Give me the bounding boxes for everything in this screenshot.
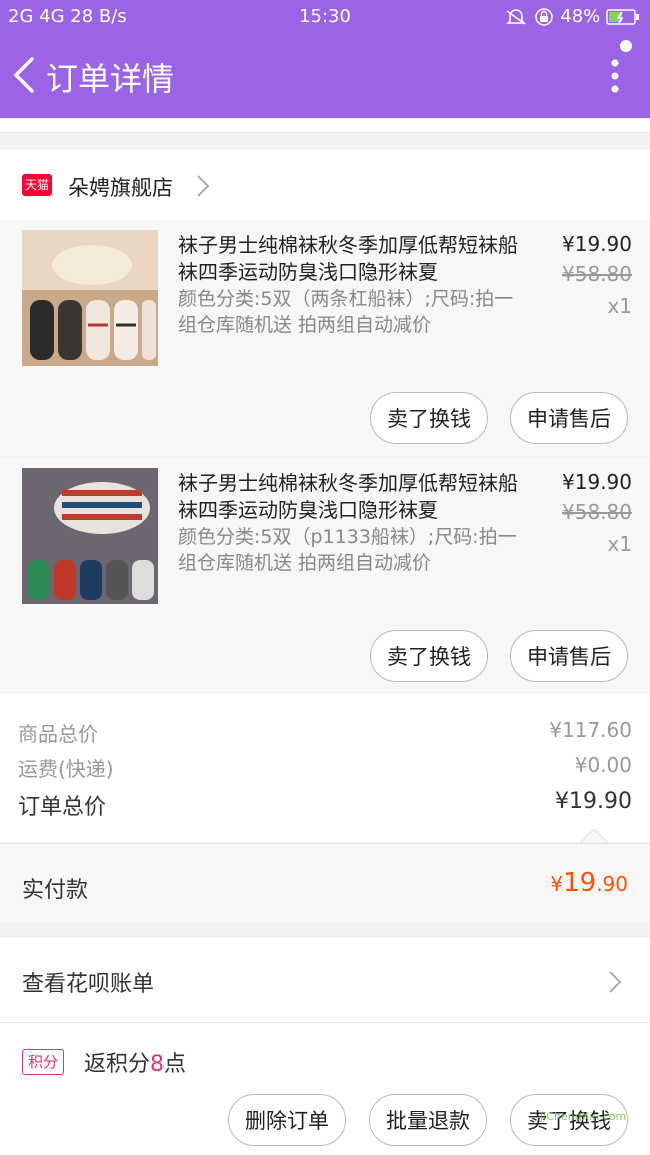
goods-total-value: ¥117.60 xyxy=(549,718,632,742)
shipping-label: 运费(快递) xyxy=(18,757,114,781)
product-image xyxy=(22,468,158,604)
product-spec: 颜色分类:5双（p1133船袜）;尺码:拍一组仓库随机送 拍两组自动减价 xyxy=(178,526,517,574)
points-prefix: 返积分 xyxy=(84,1052,151,1077)
page-title: 订单详情 xyxy=(46,60,175,98)
price-summary: 商品总价 ¥117.60 运费(快递) ¥0.00 订单总价 ¥19.90 xyxy=(0,694,650,842)
battery-percent: 48% xyxy=(560,6,601,27)
back-arrow-icon[interactable] xyxy=(10,56,38,94)
paid-int: 19 xyxy=(563,868,597,898)
caret-pointer xyxy=(580,828,608,844)
points-number: 8 xyxy=(150,1052,165,1077)
order-item[interactable]: 袜子男士纯棉袜秋冬季加厚低帮短袜船袜四季运动防臭浅口隐形袜夏 颜色分类:5双（两… xyxy=(0,220,650,456)
shop-row[interactable]: 天猫 朵娉旗舰店 xyxy=(0,150,650,220)
resell-button[interactable]: 卖了换钱 xyxy=(370,392,488,444)
product-price: ¥19.90 xyxy=(562,232,632,256)
top-strip xyxy=(0,118,650,132)
goods-total-row: 商品总价 ¥117.60 xyxy=(18,718,632,747)
tmall-logo: 天猫 xyxy=(22,174,52,196)
paid-row: 实付款 ¥19.90 xyxy=(0,843,650,922)
order-total-label: 订单总价 xyxy=(18,795,107,820)
mute-icon xyxy=(505,9,526,25)
huabei-row[interactable]: 查看花呗账单 xyxy=(0,938,650,1022)
product-name[interactable]: 袜子男士纯棉袜秋冬季加厚低帮短袜船袜四季运动防臭浅口隐形袜夏 xyxy=(178,232,518,286)
shipping-value: ¥0.00 xyxy=(574,753,632,777)
order-total-value: ¥19.90 xyxy=(555,789,632,814)
more-menu-icon[interactable] xyxy=(610,58,620,94)
product-name[interactable]: 袜子男士纯棉袜秋冬季加厚低帮短袜船袜四季运动防臭浅口隐形袜夏 xyxy=(178,470,518,524)
resell-button[interactable]: 卖了换钱 xyxy=(370,630,488,682)
after-sale-button[interactable]: 申请售后 xyxy=(510,630,628,682)
quantity: x1 xyxy=(607,532,632,556)
quantity: x1 xyxy=(607,294,632,318)
paid-decimal: .90 xyxy=(596,872,628,896)
batch-refund-button[interactable]: 批量退款 xyxy=(369,1094,487,1146)
paid-currency: ¥ xyxy=(550,872,564,896)
points-suffix: 点 xyxy=(164,1052,187,1077)
huabei-label: 查看花呗账单 xyxy=(22,972,155,997)
battery-status: 48% xyxy=(505,6,640,27)
order-total-row: 订单总价 ¥19.90 xyxy=(18,789,632,821)
points-badge: 积分 xyxy=(22,1049,64,1075)
site-watermark: JiChengXin.com xyxy=(540,1110,627,1123)
original-price: ¥58.80 xyxy=(562,262,632,286)
battery-icon xyxy=(606,9,639,25)
lock-rotate-icon xyxy=(534,8,553,26)
app-header: 订单详情 xyxy=(0,32,650,118)
product-price: ¥19.90 xyxy=(562,470,632,494)
points-text: 返积分8点 xyxy=(84,1046,186,1078)
order-item[interactable]: 袜子男士纯棉袜秋冬季加厚低帮短袜船袜四季运动防臭浅口隐形袜夏 颜色分类:5双（p… xyxy=(0,458,650,694)
after-sale-button[interactable]: 申请售后 xyxy=(510,392,628,444)
notification-dot xyxy=(620,40,632,52)
status-bar: 2G 4G 28 B/s 15:30 48% xyxy=(0,0,650,32)
product-image xyxy=(22,230,158,366)
goods-total-label: 商品总价 xyxy=(18,722,98,746)
divider xyxy=(0,132,650,133)
paid-label: 实付款 xyxy=(22,878,89,903)
original-price: ¥58.80 xyxy=(562,500,632,524)
chevron-right-icon xyxy=(197,175,210,197)
chevron-right-icon xyxy=(609,971,622,993)
shop-name: 朵娉旗舰店 xyxy=(68,176,173,200)
paid-amount: ¥19.90 xyxy=(550,868,628,898)
product-spec: 颜色分类:5双（两条杠船袜）;尺码:拍一组仓库随机送 拍两组自动减价 xyxy=(178,288,514,336)
delete-order-button[interactable]: 删除订单 xyxy=(228,1094,346,1146)
shipping-row: 运费(快递) ¥0.00 xyxy=(18,753,632,782)
